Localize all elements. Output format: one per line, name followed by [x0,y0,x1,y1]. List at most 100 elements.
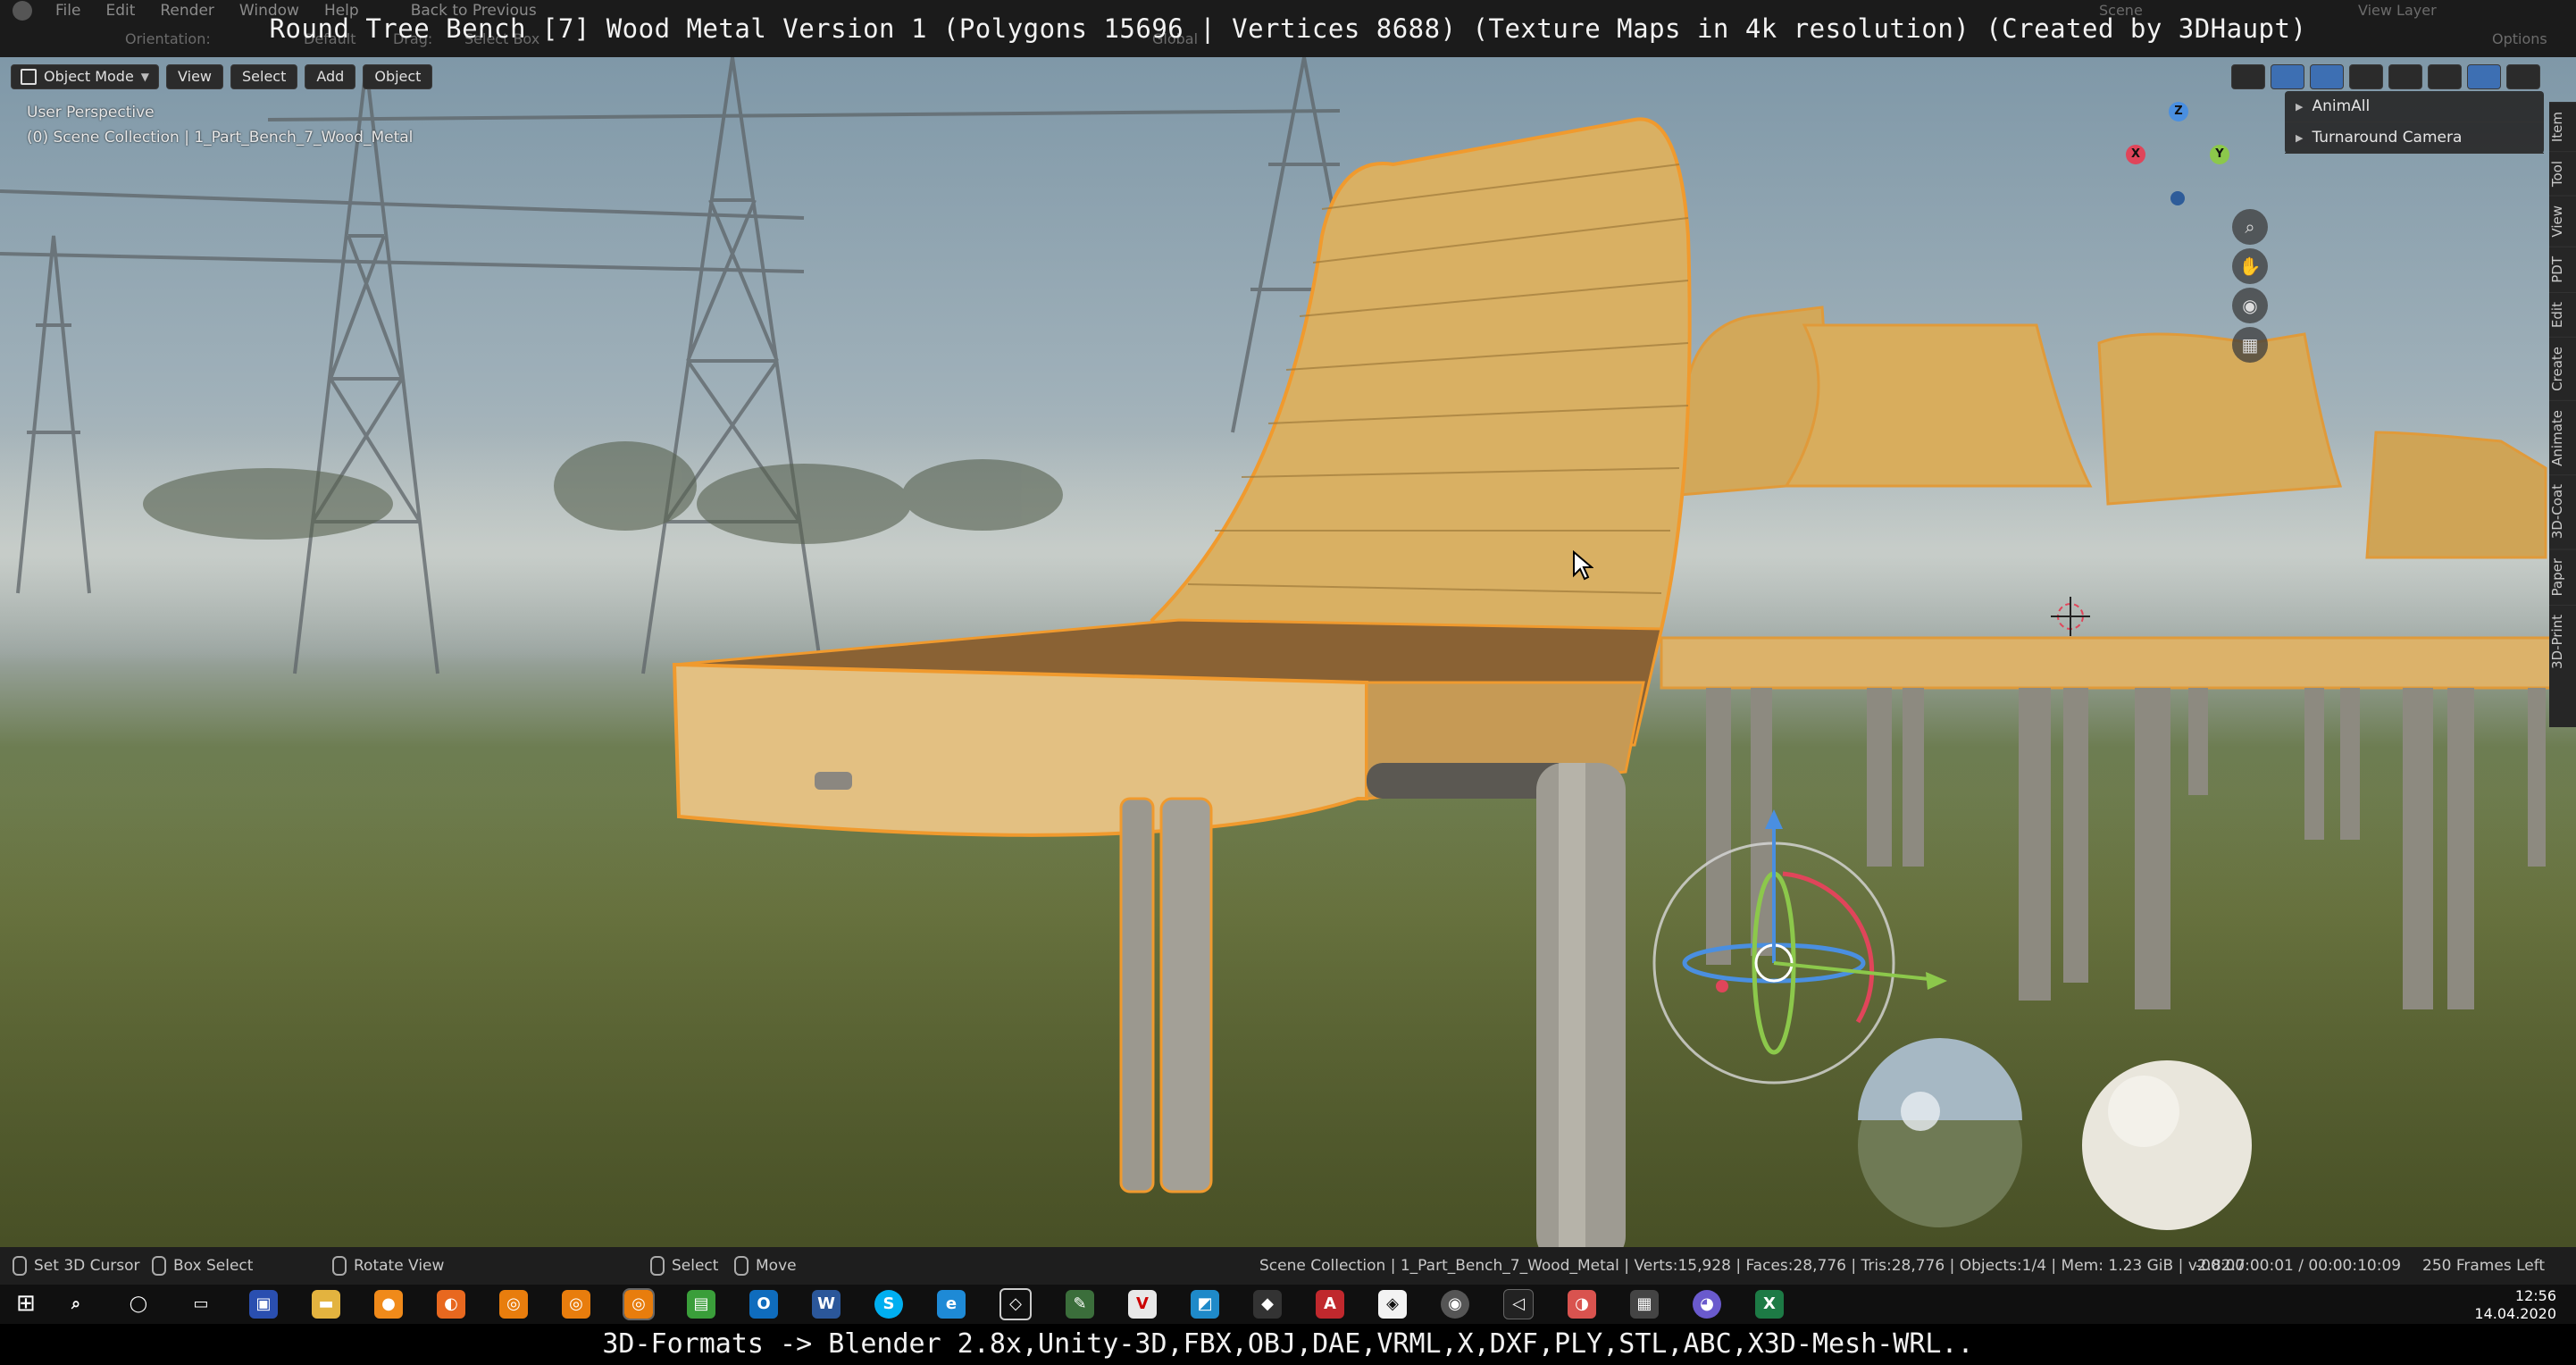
excel-icon[interactable]: X [1755,1290,1784,1319]
object-mode-dropdown[interactable]: Object Mode ▼ [11,64,160,89]
panel-animall[interactable]: ▶ AnimAll [2285,91,2544,122]
app-flame-icon[interactable]: ● [374,1290,403,1319]
blender-icon-active[interactable]: ◎ [623,1288,655,1320]
windows-taskbar: ⊞ ⌕ ◯ ▭ ▣ ▬ ● ◐ ◎ ◎ ◎ ▤ O W S e ◇ ✎ V ◩ … [0,1285,2576,1324]
file-explorer-icon[interactable]: ▬ [312,1290,340,1319]
overlay-toggle[interactable] [2310,64,2344,89]
clock-time: 12:56 [2514,1287,2556,1304]
tab-paper[interactable]: Paper [2549,548,2576,606]
substance-icon[interactable]: ◆ [1253,1290,1282,1319]
sketchup-icon[interactable]: ✎ [1066,1290,1094,1319]
select-menu[interactable]: Select [230,64,298,89]
axis-x-icon[interactable]: X [2126,145,2145,164]
camera-view-icon[interactable]: ◉ [2232,288,2268,323]
3dcoat-icon[interactable]: ◑ [1568,1290,1596,1319]
expand-arrow-icon: ▶ [2296,100,2304,113]
status-label: Rotate View [354,1257,445,1275]
calculator-icon[interactable]: ▦ [1630,1290,1659,1319]
material-preview-shading-button[interactable] [2467,64,2501,89]
obs-icon[interactable]: ◉ [1441,1290,1469,1319]
status-label: Select [672,1257,719,1275]
tab-3d-print[interactable]: 3D-Print [2549,605,2576,679]
status-select: Select [650,1247,718,1285]
status-move: Move [734,1247,797,1285]
status-rotate-view: Rotate View [332,1247,444,1285]
tab-view[interactable]: View [2549,196,2576,247]
cortana-icon[interactable]: ◯ [124,1290,153,1319]
perspective-grid-icon[interactable]: ▦ [2232,327,2268,363]
outlook-icon[interactable]: O [749,1290,778,1319]
tab-edit[interactable]: Edit [2549,291,2576,337]
hdri-preview-spheres [1858,1038,2252,1230]
status-label: Set 3D Cursor [34,1257,140,1275]
wireframe-shading-button[interactable] [2388,64,2422,89]
frames-left: 250 Frames Left [2422,1257,2546,1275]
sidebar-tabs: Item Tool View PDT Edit Create Animate 3… [2549,102,2576,727]
panel-title: Turnaround Camera [2312,129,2463,147]
scene-render [0,57,2565,1247]
tab-pdt[interactable]: PDT [2549,246,2576,292]
navigation-gizmo[interactable]: Z X Y [2126,102,2233,209]
panel-title: AnimAll [2312,97,2371,115]
viewport-header: Object Mode ▼ View Select Add Object [11,64,433,89]
gizmo-toggle[interactable] [2271,64,2304,89]
video-caption-overlay: 3D-Formats -> Blender 2.8x,Unity-3D,FBX,… [0,1324,2576,1365]
tab-item[interactable]: Item [2549,102,2576,152]
vivaldi-icon[interactable]: V [1128,1290,1157,1319]
object-mode-label: Object Mode [44,68,134,85]
windows-start-icon[interactable]: ⊞ [16,1290,45,1319]
axis-z-icon[interactable]: Z [2169,102,2188,121]
blender-icon-1[interactable]: ◎ [499,1290,528,1319]
mouse-pointer-icon [1573,550,1593,581]
selected-bench[interactable] [672,117,1692,1247]
tab-tool[interactable]: Tool [2549,151,2576,197]
tab-create[interactable]: Create [2549,336,2576,400]
tab-animate[interactable]: Animate [2549,399,2576,475]
xray-toggle[interactable] [2349,64,2383,89]
axis-negative-z-icon[interactable] [2170,191,2185,205]
maps-app-icon[interactable]: ◕ [1693,1290,1721,1319]
pan-hand-icon[interactable]: ✋ [2232,248,2268,284]
solid-shading-button[interactable] [2428,64,2462,89]
rendered-shading-button[interactable] [2506,64,2540,89]
photo-app-icon[interactable]: ◩ [1191,1290,1219,1319]
scene-statistics: Scene Collection | 1_Part_Bench_7_Wood_M… [1259,1257,2246,1275]
zoom-icon[interactable]: ⌕ [2232,209,2268,245]
system-clock[interactable]: 12:56 14.04.2020 [2474,1285,2556,1323]
3d-viewer-icon[interactable]: ◇ [999,1288,1032,1320]
unity-icon[interactable]: ◈ [1378,1290,1407,1319]
edge-icon[interactable]: e [937,1290,966,1319]
visibility-toggle[interactable] [2231,64,2265,89]
mouse-middle-icon [332,1256,347,1276]
axis-y-icon[interactable]: Y [2210,145,2229,164]
notepad-icon[interactable]: ▤ [687,1290,715,1319]
chevron-down-icon: ▼ [140,71,150,83]
clock-date: 14.04.2020 [2474,1305,2556,1322]
view-menu[interactable]: View [166,64,223,89]
status-box-select: Box Select [152,1247,253,1285]
skype-icon[interactable]: S [874,1290,903,1319]
save-app-icon[interactable]: ▣ [249,1290,278,1319]
search-icon[interactable]: ⌕ [62,1290,90,1319]
expand-arrow-icon: ▶ [2296,131,2304,144]
word-icon[interactable]: W [812,1290,841,1319]
blender-icon-2[interactable]: ◎ [562,1290,590,1319]
tab-3d-coat[interactable]: 3D-Coat [2549,474,2576,549]
sidebar-panel: ▶ AnimAll ▶ Turnaround Camera [2285,91,2544,154]
status-bar: Set 3D Cursor Box Select Rotate View Sel… [0,1247,2576,1285]
task-view-icon[interactable]: ▭ [187,1290,215,1319]
add-menu[interactable]: Add [305,64,356,89]
3d-cursor[interactable] [2051,597,2090,636]
panel-turnaround-camera[interactable]: ▶ Turnaround Camera [2285,122,2544,154]
object-menu[interactable]: Object [363,64,433,89]
background-benches [1660,306,2565,1009]
3d-viewport[interactable]: Object Mode ▼ View Select Add Object Use… [0,57,2576,1247]
object-mode-icon [21,69,37,85]
unity-hub-icon[interactable]: ◁ [1503,1289,1534,1319]
status-label: Box Select [173,1257,254,1275]
firefox-icon[interactable]: ◐ [437,1290,465,1319]
power-towers [0,57,1377,674]
acrobat-icon[interactable]: A [1316,1290,1344,1319]
top-bar: File Edit Render Window Help Back to Pre… [0,0,2576,57]
distant-trees [143,441,1063,544]
